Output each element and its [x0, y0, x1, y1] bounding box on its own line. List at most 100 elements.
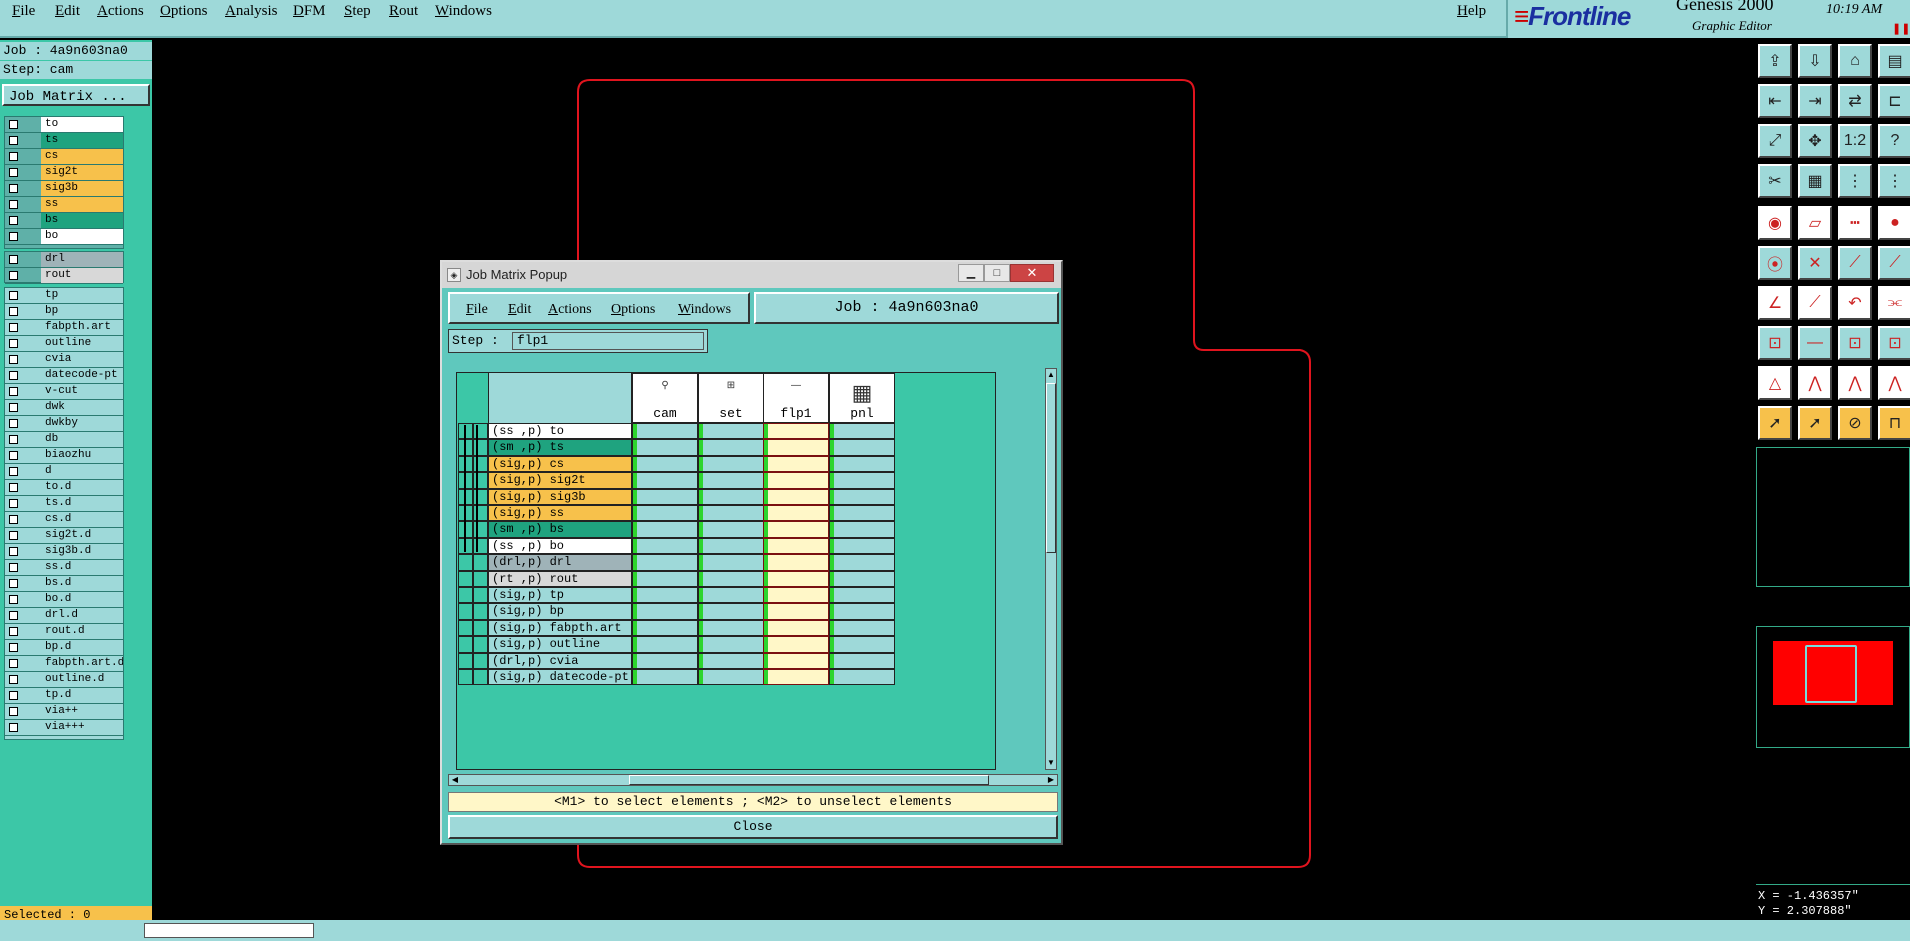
tool-button-icon[interactable]: ▱: [1798, 206, 1832, 240]
layer-checkbox[interactable]: [9, 675, 18, 684]
layer-checkbox[interactable]: [9, 467, 18, 476]
popup-menu-file[interactable]: File: [466, 300, 488, 320]
menu-help[interactable]: Help: [1457, 0, 1486, 22]
matrix-cell[interactable]: [763, 669, 829, 686]
layer-checkbox[interactable]: [9, 323, 18, 332]
menu-step[interactable]: Step: [344, 0, 371, 22]
layer-row[interactable]: tp.d: [5, 688, 123, 704]
layer-row[interactable]: fabpth.art.d: [5, 656, 123, 672]
matrix-row-label[interactable]: (sig,p) sig2t: [488, 472, 632, 489]
matrix-cell[interactable]: [763, 423, 829, 440]
matrix-cell[interactable]: [632, 554, 698, 571]
scroll-up-arrow[interactable]: ▲: [1046, 369, 1056, 381]
layer-row[interactable]: sig3b: [5, 181, 123, 197]
matrix-row-label[interactable]: (sig,p) tp: [488, 587, 632, 604]
matrix-cell[interactable]: [698, 455, 764, 473]
matrix-cell[interactable]: [698, 521, 764, 538]
matrix-cell[interactable]: [632, 570, 698, 587]
layer-checkbox[interactable]: [9, 387, 18, 396]
layer-checkbox[interactable]: [9, 691, 18, 700]
layer-row[interactable]: biaozhu: [5, 448, 123, 464]
layer-row[interactable]: datecode-pt: [5, 368, 123, 384]
tool-button-icon[interactable]: ⊘: [1838, 406, 1872, 440]
layer-row[interactable]: cs: [5, 149, 123, 165]
tool-button-icon[interactable]: ◉: [1758, 206, 1792, 240]
tool-button-icon[interactable]: ⇩: [1798, 44, 1832, 78]
layer-row[interactable]: v-cut: [5, 384, 123, 400]
matrix-cell[interactable]: [632, 439, 698, 456]
matrix-cell[interactable]: [763, 603, 829, 620]
menu-actions[interactable]: Actions: [97, 0, 144, 22]
layer-row[interactable]: outline.d: [5, 672, 123, 688]
layer-row[interactable]: sig2t.d: [5, 528, 123, 544]
layer-row[interactable]: cvia: [5, 352, 123, 368]
matrix-cell[interactable]: [698, 652, 764, 669]
tool-button-icon[interactable]: ┅: [1838, 206, 1872, 240]
matrix-row-label[interactable]: (rt ,p) rout: [488, 570, 632, 587]
matrix-row-label[interactable]: (drl,p) cvia: [488, 652, 632, 669]
matrix-cell[interactable]: [698, 505, 764, 522]
tool-button-icon[interactable]: ⊓: [1878, 406, 1910, 440]
layer-checkbox[interactable]: [9, 136, 18, 145]
layer-checkbox[interactable]: [9, 307, 18, 316]
matrix-cell[interactable]: [632, 587, 698, 604]
scroll-down-arrow[interactable]: ▼: [1046, 757, 1056, 769]
matrix-cell[interactable]: [632, 488, 698, 505]
layer-checkbox[interactable]: [9, 611, 18, 620]
matrix-cell[interactable]: [698, 537, 764, 555]
layer-row[interactable]: bs.d: [5, 576, 123, 592]
job-matrix-button[interactable]: Job Matrix ...: [2, 84, 150, 106]
matrix-cell[interactable]: [698, 554, 764, 571]
tool-button-icon[interactable]: ▤: [1878, 44, 1910, 78]
matrix-cell[interactable]: [632, 603, 698, 620]
layer-checkbox[interactable]: [9, 216, 18, 225]
layer-row[interactable]: drl.d: [5, 608, 123, 624]
overview-map[interactable]: [1756, 626, 1910, 748]
layer-checkbox[interactable]: [9, 435, 18, 444]
tool-button-icon[interactable]: ▦: [1798, 164, 1832, 198]
matrix-cell[interactable]: [829, 505, 895, 522]
layer-checkbox[interactable]: [9, 563, 18, 572]
matrix-column-header[interactable]: — flp1: [763, 373, 829, 423]
matrix-row-label[interactable]: (ss ,p) bo: [488, 537, 632, 555]
layer-checkbox[interactable]: [9, 232, 18, 241]
matrix-cell[interactable]: [829, 587, 895, 604]
matrix-cell[interactable]: [698, 669, 764, 686]
matrix-cell[interactable]: [632, 521, 698, 538]
layer-checkbox[interactable]: [9, 371, 18, 380]
layer-row[interactable]: d: [5, 464, 123, 480]
matrix-column-header[interactable]: ⊞ set: [698, 373, 764, 423]
layer-checkbox[interactable]: [9, 255, 18, 264]
menu-dfm[interactable]: DFM: [293, 0, 326, 22]
matrix-cell[interactable]: [698, 587, 764, 604]
tool-button-icon[interactable]: ⌂: [1838, 44, 1872, 78]
horizontal-scrollbar[interactable]: ◀ ▶: [448, 774, 1058, 786]
tool-button-icon[interactable]: ⇄: [1838, 84, 1872, 118]
matrix-cell[interactable]: [632, 505, 698, 522]
scroll-left-arrow[interactable]: ◀: [449, 775, 461, 785]
matrix-cell[interactable]: [632, 537, 698, 555]
menu-rout[interactable]: Rout: [389, 0, 418, 22]
popup-menu-windows[interactable]: Windows: [678, 300, 731, 320]
layer-checkbox[interactable]: [9, 659, 18, 668]
layer-row[interactable]: bp: [5, 304, 123, 320]
layer-row[interactable]: bp.d: [5, 640, 123, 656]
tool-button-icon[interactable]: ⋮: [1838, 164, 1872, 198]
layer-row[interactable]: via+++: [5, 720, 123, 736]
layer-row[interactable]: dwkby: [5, 416, 123, 432]
tool-button-icon[interactable]: ⟋: [1838, 246, 1872, 280]
matrix-column-header[interactable]: ⚲ cam: [632, 373, 698, 423]
matrix-cell[interactable]: [698, 619, 764, 637]
matrix-cell[interactable]: [698, 636, 764, 653]
matrix-row-label[interactable]: (sig,p) fabpth.art: [488, 619, 632, 637]
menu-edit[interactable]: Edit: [55, 0, 80, 22]
matrix-cell[interactable]: [698, 439, 764, 456]
matrix-cell[interactable]: [763, 652, 829, 669]
matrix-row-label[interactable]: (sm ,p) bs: [488, 521, 632, 538]
layer-checkbox[interactable]: [9, 271, 18, 280]
matrix-cell[interactable]: [698, 423, 764, 440]
tool-button-icon[interactable]: ⊡: [1838, 326, 1872, 360]
layer-checkbox[interactable]: [9, 355, 18, 364]
close-icon[interactable]: ✕: [1010, 264, 1054, 282]
matrix-cell[interactable]: [829, 652, 895, 669]
